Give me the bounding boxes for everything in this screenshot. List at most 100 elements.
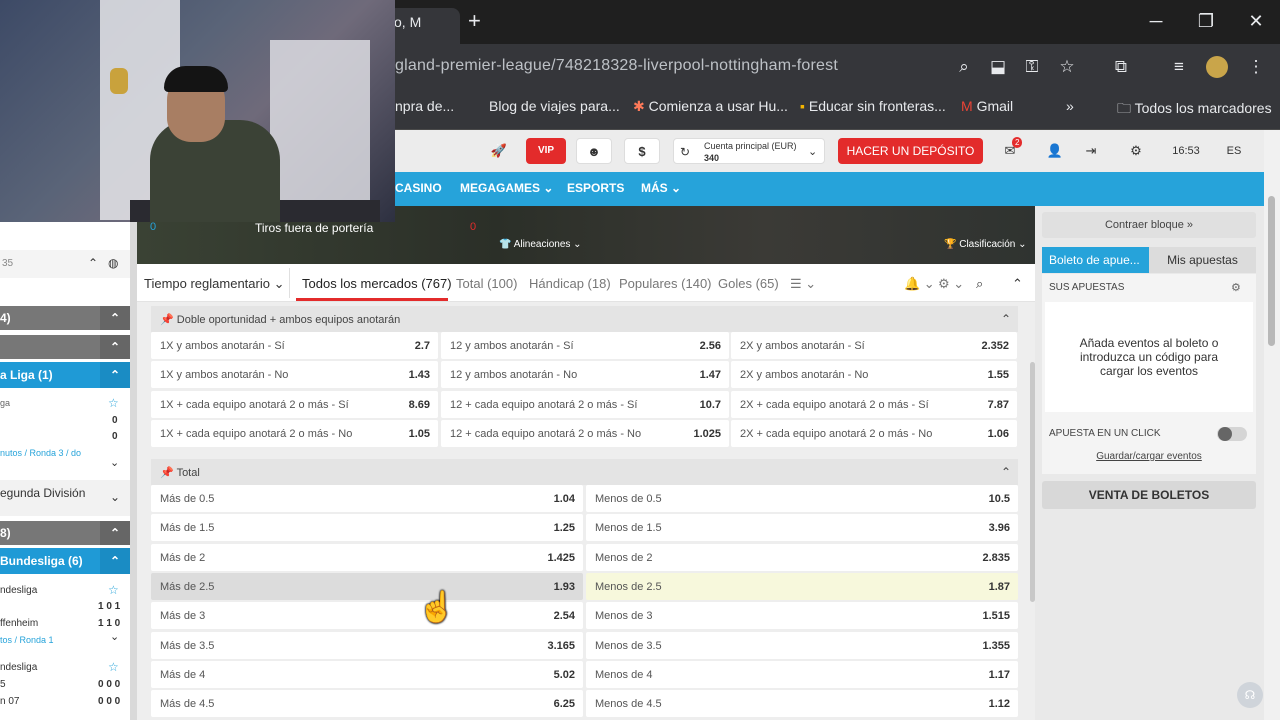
media-icon[interactable]: ≡ [1168,56,1190,78]
odds-cell[interactable]: Menos de 4.5 1.12 [586,690,1018,718]
settings-icon[interactable]: ⚙ [1118,138,1154,164]
bell-icon[interactable]: 🔔 ⌄ [904,276,935,292]
sidebar-group[interactable]: ⌃ [0,335,130,359]
tab-popular[interactable]: Populares (140) [619,276,712,291]
bookmark-item[interactable]: ✱ Comienza a usar Hu... [633,98,788,115]
tab-goals[interactable]: Goles (65) [718,276,779,291]
chevron-down-icon[interactable]: ⌄ [110,456,119,469]
odds-cell[interactable]: Más de 0.5 1.04 [151,485,583,512]
match-status[interactable]: nutos / Ronda 3 / do [0,448,100,458]
markets-scrollbar[interactable] [1030,362,1035,602]
dollar-icon[interactable]: $ [624,138,660,164]
market-header-double-chance[interactable]: 📌 Doble oportunidad + ambos equipos anot… [151,306,1018,332]
promo-icon[interactable]: ☻ [576,138,612,164]
extensions-icon[interactable]: ⧉ [1110,56,1132,78]
odds-cell[interactable]: 1X y ambos anotarán - No 1.43 [151,361,438,389]
chevron-up-icon[interactable]: ⌃ [1001,465,1011,479]
odds-cell[interactable]: 2X y ambos anotarán - No 1.55 [731,361,1017,389]
odds-cell[interactable]: Menos de 0.5 10.5 [586,485,1018,512]
chevron-down-icon[interactable]: ⌄ [110,630,119,643]
odds-cell[interactable]: 2X + cada equipo anotará 2 o más - No 1.0… [731,419,1017,447]
tab-total[interactable]: Total (100) [456,276,517,291]
odds-cell[interactable]: Más de 2 1.425 [151,543,583,571]
vip-button[interactable]: VIP [526,138,566,164]
favorite-star-icon[interactable]: ☆ [108,660,119,674]
install-icon[interactable]: ⬓ [987,56,1009,78]
standings-button[interactable]: 🏆 Clasificación ⌄ [944,239,1027,250]
odds-cell[interactable]: Más de 3.5 3.165 [151,631,583,659]
chevron-up-icon[interactable]: ⌃ [100,335,130,359]
deposit-button[interactable]: HACER UN DEPÓSITO [838,138,983,164]
minimize-icon[interactable]: ─ [1136,8,1176,34]
nav-esports[interactable]: ESPORTS [567,181,624,195]
odds-cell[interactable]: Más de 1.5 1.25 [151,514,583,542]
tab-handicap[interactable]: Hándicap (18) [529,276,611,291]
nav-more[interactable]: MÁS ⌄ [641,181,681,195]
lineups-button[interactable]: 👕 Alineaciones ⌄ [499,239,582,250]
one-click-toggle[interactable] [1217,427,1247,441]
sidebar-group[interactable]: 4) ⌃ [0,306,130,330]
odds-cell[interactable]: Menos de 2.5 1.87 [586,572,1018,600]
bookmark-item[interactable]: Blog de viajes para... [489,98,620,114]
chevron-up-icon[interactable]: ⌃ [100,306,130,330]
odds-cell[interactable]: 12 y ambos anotarán - Sí 2.56 [441,332,729,359]
collapse-all-icon[interactable]: ⌃ [88,256,98,270]
odds-cell[interactable]: Más de 3 2.54 [151,602,583,630]
chat-support-icon[interactable]: ☊ [1237,682,1263,708]
restore-icon[interactable]: ❐ [1186,8,1226,34]
chevron-up-icon[interactable]: ⌃ [100,362,130,388]
odds-cell[interactable]: 1X y ambos anotarán - Sí 2.7 [151,332,438,359]
tab-bet-slip[interactable]: Boleto de apue... [1042,247,1149,273]
globe-icon[interactable]: ◍ [108,256,118,270]
chevron-up-icon[interactable]: ⌃ [1001,312,1011,326]
match-status[interactable]: tos / Ronda 1 [0,635,54,645]
odds-cell[interactable]: 1X + cada equipo anotará 2 o más - Sí 8.6… [151,390,438,418]
odds-cell[interactable]: Menos de 2 2.835 [586,543,1018,571]
bookmark-item[interactable]: ▪ Educar sin fronteras... [800,98,946,114]
user-icon[interactable]: 👤 [1038,138,1072,164]
odds-cell[interactable]: Menos de 3 1.515 [586,602,1018,630]
account-selector[interactable]: ↻ Cuenta principal (EUR) 340 ⌄ [673,138,825,164]
favorite-star-icon[interactable]: ☆ [108,396,119,410]
star-icon[interactable]: ☆ [1056,56,1078,78]
collapse-icon[interactable]: ⌃ [1012,276,1023,292]
nav-casino[interactable]: CASINO [395,181,442,195]
odds-cell[interactable]: 12 + cada equipo anotará 2 o más - Sí 10.… [441,390,729,418]
list-view-icon[interactable]: ☰ ⌄ [790,276,816,292]
odds-cell[interactable]: 1X + cada equipo anotará 2 o más - No 1.0… [151,419,438,447]
gear-icon[interactable]: ⚙ [1231,281,1241,294]
save-load-link[interactable]: Guardar/cargar eventos [1042,451,1256,462]
chevron-up-icon[interactable]: ⌃ [100,521,130,545]
odds-cell[interactable]: 12 + cada equipo anotará 2 o más - No 1.0… [441,419,729,447]
odds-cell[interactable]: Más de 4.5 6.25 [151,690,583,718]
profile-avatar[interactable] [1206,56,1228,78]
sidebar-league-segunda[interactable]: egunda División ⌄ [0,480,130,516]
chevron-down-icon[interactable]: ⌄ [110,490,120,504]
sidebar-group[interactable]: 8) ⌃ [0,521,130,545]
ticket-sale-button[interactable]: VENTA DE BOLETOS [1042,481,1256,509]
all-bookmarks[interactable]: 🗀 Todos los marcadores [1117,98,1272,122]
zoom-icon[interactable]: ⌕ [953,56,975,78]
chevron-up-icon[interactable]: ⌃ [100,548,130,574]
logout-icon[interactable]: ⇥ [1078,138,1104,164]
odds-cell[interactable]: 12 y ambos anotarán - No 1.47 [441,361,729,389]
odds-cell[interactable]: Menos de 1.5 3.96 [586,514,1018,542]
period-selector[interactable]: Tiempo reglamentario ⌄ [144,276,284,292]
bookmark-gmail[interactable]: M Gmail [961,98,1013,114]
sidebar-league-laliga[interactable]: a Liga (1) ⌃ [0,362,130,388]
search-icon[interactable]: ⌕ [976,276,983,292]
collapse-block-button[interactable]: Contraer bloque » [1042,212,1256,238]
tab-all-markets[interactable]: Todos los mercados (767) [302,276,452,291]
gear-icon[interactable]: ⚙ ⌄ [938,276,964,292]
odds-cell[interactable]: 2X + cada equipo anotará 2 o más - Sí 7.8… [731,390,1017,418]
menu-icon[interactable]: ⋮ [1245,56,1267,78]
key-icon[interactable]: ⚿ [1021,56,1043,78]
language-selector[interactable]: ES [1216,138,1252,164]
close-icon[interactable]: ✕ [1236,8,1276,34]
odds-cell[interactable]: 2X y ambos anotarán - Sí 2.352 [731,332,1017,359]
url-text[interactable]: gland-premier-league/748218328-liverpool… [395,57,838,75]
messages-icon[interactable]: ✉ 2 [992,137,1028,164]
page-scrollbar[interactable] [1264,130,1280,720]
market-header-total[interactable]: 📌 Total ⌃ [151,459,1018,485]
odds-cell[interactable]: Menos de 4 1.17 [586,660,1018,688]
